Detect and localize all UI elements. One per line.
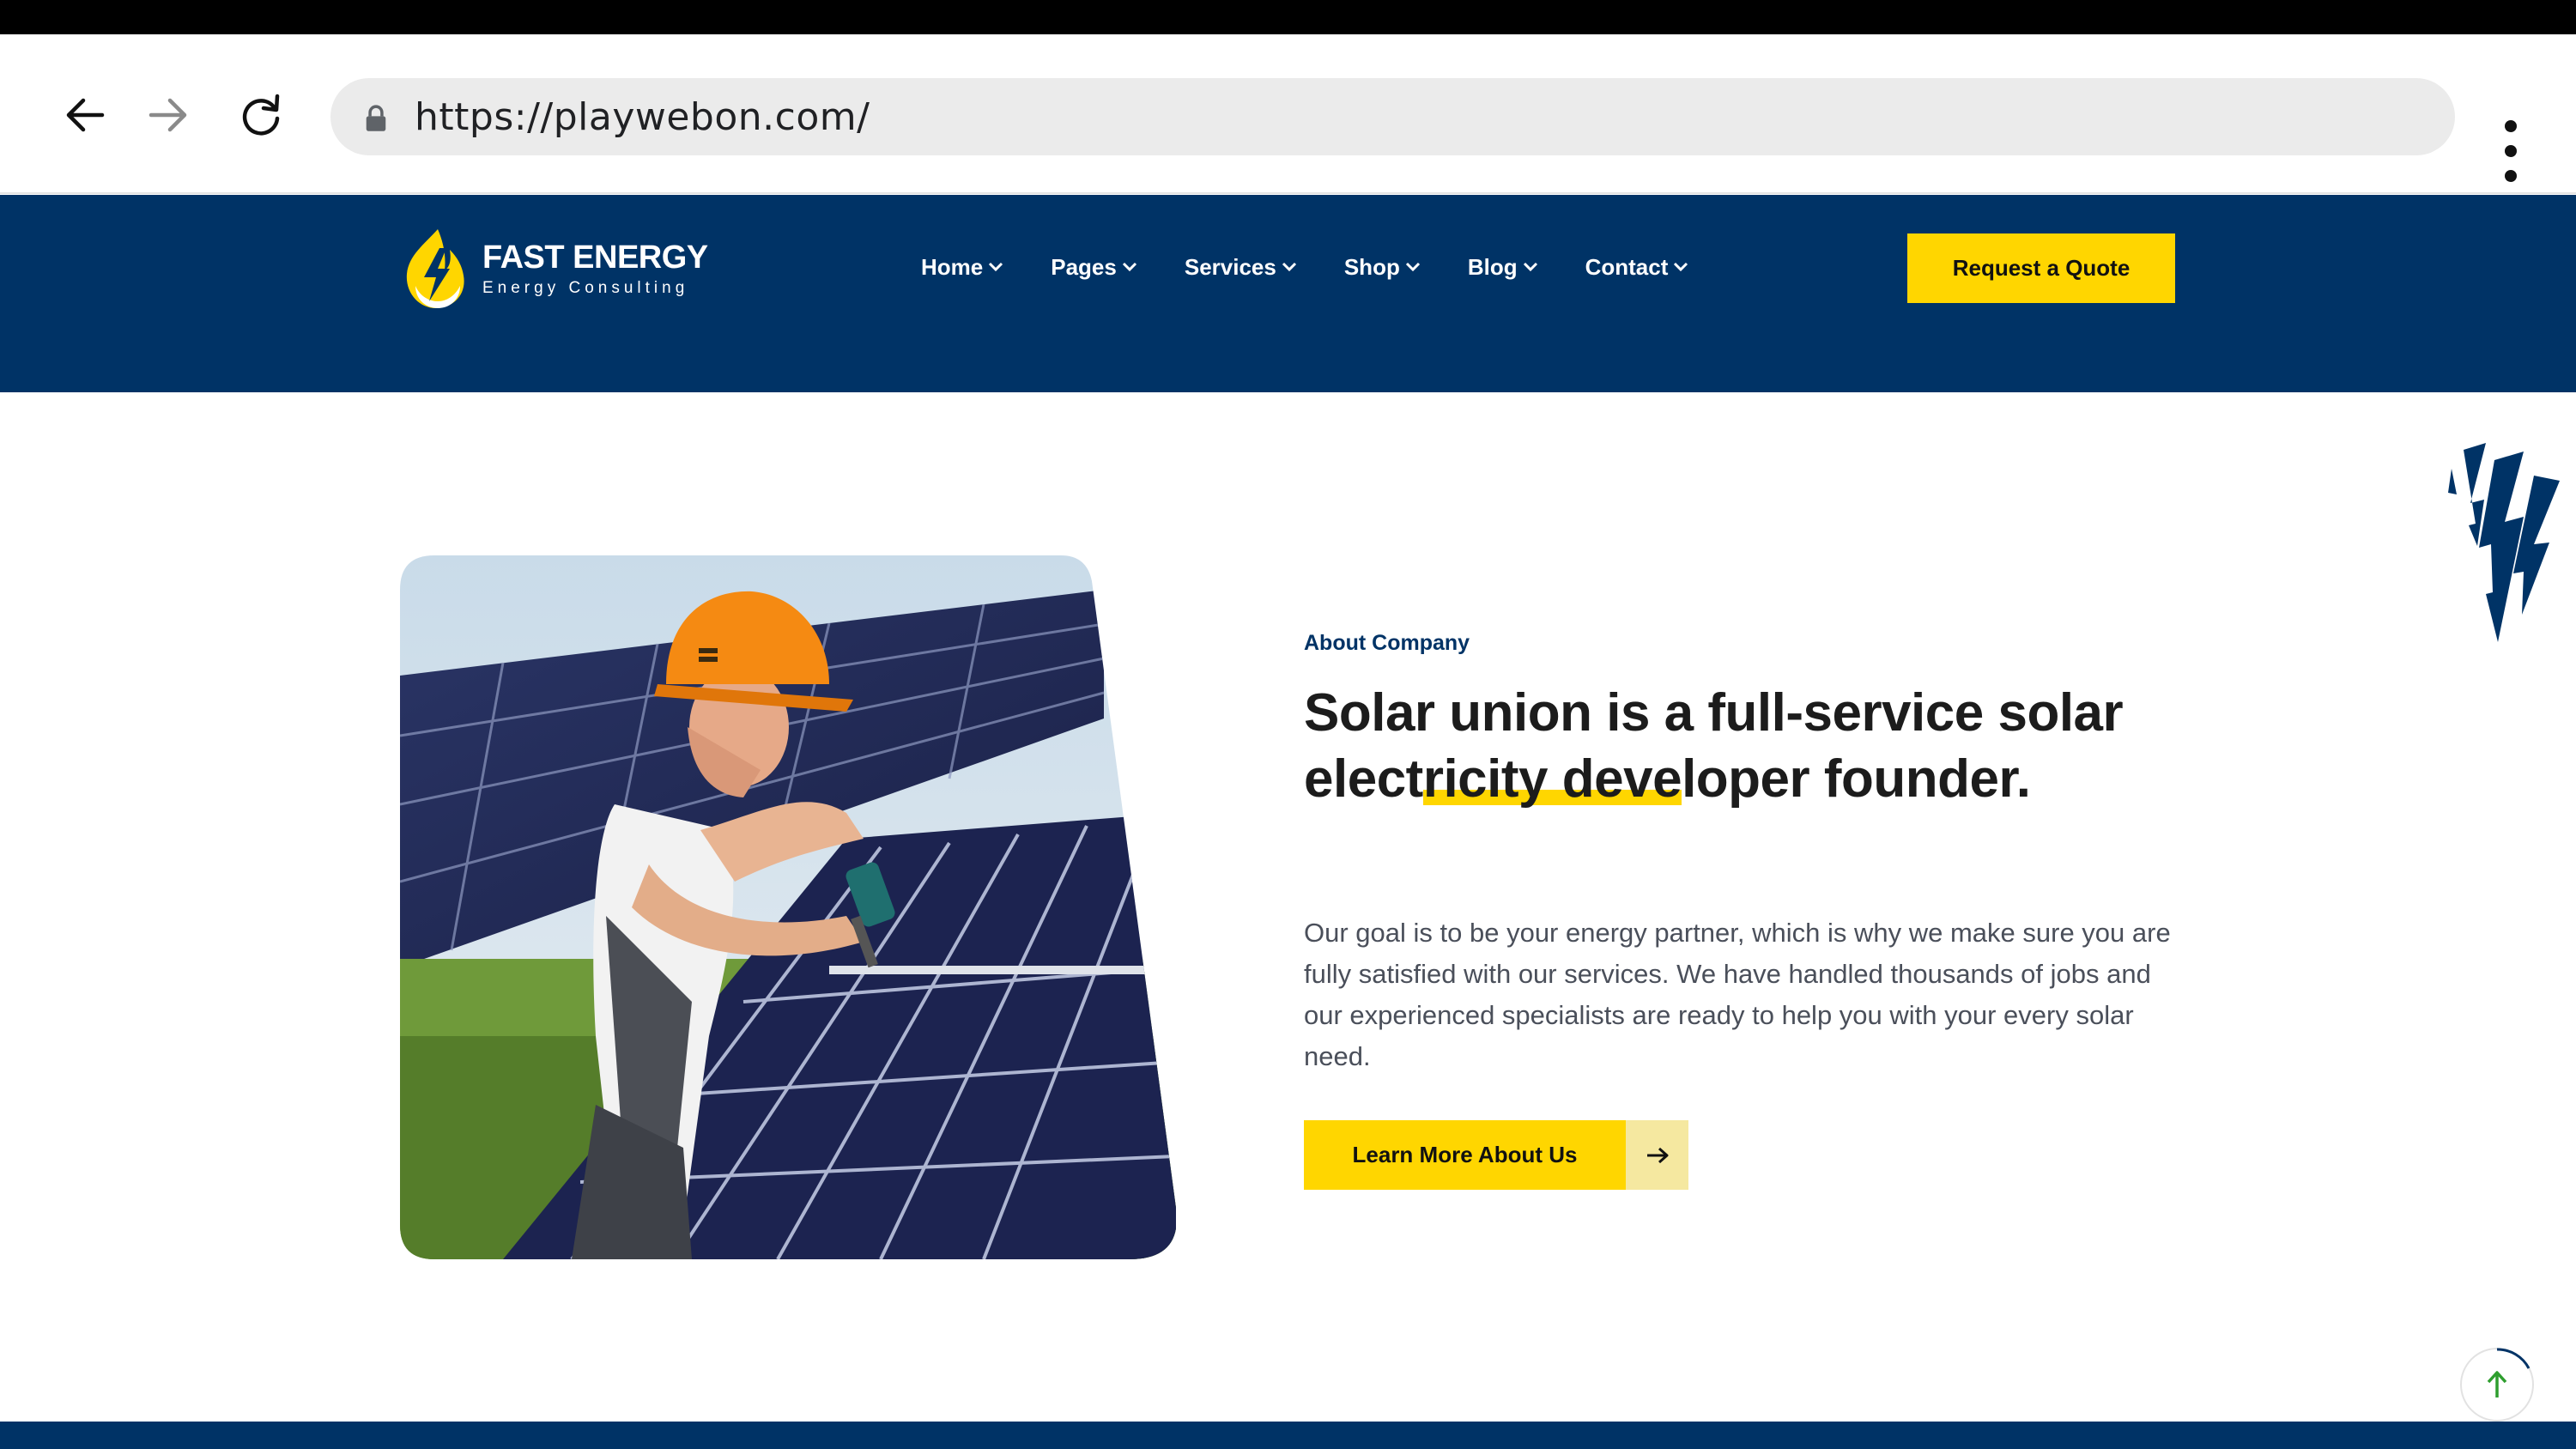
back-arrow-icon [66, 98, 105, 132]
solar-worker-image [400, 555, 1176, 1259]
nav-item-home[interactable]: Home [921, 254, 1003, 281]
about-description: Our goal is to be your energy partner, w… [1304, 918, 2171, 1071]
section-label: About Company [1304, 631, 1470, 655]
reload-button[interactable] [227, 81, 295, 149]
nav-item-contact[interactable]: Contact [1585, 254, 1689, 281]
site-logo[interactable]: FAST ENERGY Energy Consulting [400, 226, 708, 312]
about-heading: Solar union is a full-service solar elec… [1304, 683, 2124, 809]
logo-bolt-icon [406, 229, 464, 308]
chevron-down-icon [1122, 262, 1136, 272]
chevron-down-icon [1523, 262, 1537, 272]
chevron-down-icon [1674, 262, 1688, 272]
learn-more-label: Learn More About Us [1304, 1120, 1626, 1190]
logo-subtitle: Energy Consulting [482, 279, 689, 297]
chevron-down-icon [989, 262, 1003, 272]
chevron-down-icon [1282, 262, 1296, 272]
nav-item-shop[interactable]: Shop [1344, 254, 1421, 281]
nav-item-blog[interactable]: Blog [1468, 254, 1538, 281]
lightning-bolt-decoration-icon [2448, 443, 2560, 642]
forward-button[interactable] [134, 81, 203, 149]
request-quote-button[interactable]: Request a Quote [1907, 233, 2175, 303]
scroll-to-top-button[interactable] [2460, 1348, 2534, 1422]
nav-item-pages[interactable]: Pages [1051, 254, 1137, 281]
heading-highlight: ricity deve [1422, 749, 1682, 809]
chevron-down-icon [1405, 262, 1420, 272]
next-section-edge [0, 1422, 2576, 1449]
url-text: https://playwebon.com/ [415, 94, 870, 139]
main-navigation: Home Pages Services Shop Blog Contact [921, 241, 1736, 293]
forward-arrow-icon [148, 98, 187, 132]
system-status-bar [0, 0, 2576, 34]
reload-icon [242, 94, 280, 136]
back-button[interactable] [51, 81, 119, 149]
site-header: FAST ENERGY Energy Consulting Home Pages… [0, 195, 2576, 392]
browser-toolbar: https://playwebon.com/ [0, 34, 2576, 194]
logo-title: FAST ENERGY [482, 239, 708, 276]
address-bar[interactable]: https://playwebon.com/ [330, 78, 2455, 155]
arrow-right-icon [1626, 1120, 1688, 1190]
menu-dots-icon[interactable] [2489, 120, 2532, 182]
scroll-progress-ring [2496, 1348, 2531, 1369]
nav-item-services[interactable]: Services [1185, 254, 1297, 281]
lock-icon [365, 101, 391, 132]
learn-more-button[interactable]: Learn More About Us [1304, 1120, 1688, 1190]
